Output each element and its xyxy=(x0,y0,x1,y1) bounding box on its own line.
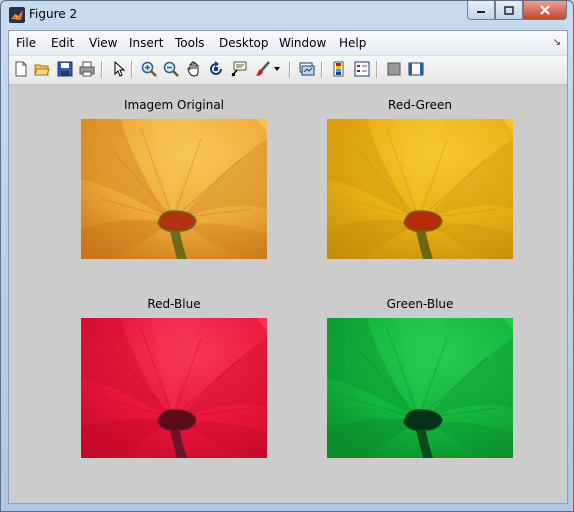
figure-client-area: File Edit View Insert Tools Desktop Wind… xyxy=(8,30,568,504)
menu-desktop[interactable]: Desktop xyxy=(219,36,269,50)
open-file-icon xyxy=(34,64,50,76)
matlab-icon xyxy=(9,7,25,23)
zoom-in-icon xyxy=(141,61,157,77)
edit-plot-icon xyxy=(114,61,126,77)
toolbar-separator xyxy=(101,61,103,78)
menu-bar: File Edit View Insert Tools Desktop Wind… xyxy=(9,31,567,56)
toolbar-separator xyxy=(376,61,378,78)
save-button[interactable] xyxy=(56,60,74,78)
link-plot-button[interactable] xyxy=(298,60,316,78)
rotate-3d-button[interactable] xyxy=(207,60,225,78)
zoom-out-button[interactable] xyxy=(162,60,180,78)
zoom-out-icon xyxy=(163,61,179,77)
menu-window[interactable]: Window xyxy=(279,36,326,50)
brush-dropdown[interactable] xyxy=(273,60,281,78)
figure-canvas: Imagem Original Red-Green Red-Blue Green… xyxy=(9,85,567,503)
print-button[interactable] xyxy=(78,60,96,78)
toolbar-separator xyxy=(289,61,291,78)
save-icon xyxy=(57,61,73,77)
brush-icon xyxy=(256,61,270,76)
data-cursor-icon xyxy=(231,61,247,77)
figure-toolbar xyxy=(9,56,567,85)
show-plot-tools-icon xyxy=(408,62,424,76)
image-red-blue xyxy=(81,318,267,458)
title-bar[interactable]: Figure 2 xyxy=(1,1,573,29)
minimize-icon xyxy=(477,11,485,13)
pan-button[interactable] xyxy=(185,60,203,78)
print-icon xyxy=(79,61,95,77)
show-plot-tools-button[interactable] xyxy=(407,60,425,78)
menu-tools[interactable]: Tools xyxy=(175,36,205,50)
subplot-title: Red-Green xyxy=(388,98,452,112)
open-file-button[interactable] xyxy=(33,60,51,78)
colorbar-icon xyxy=(333,61,344,77)
chevron-down-icon xyxy=(274,67,280,71)
edit-plot-button[interactable] xyxy=(110,60,128,78)
insert-legend-button[interactable] xyxy=(353,60,371,78)
maximize-icon xyxy=(504,5,514,15)
toolbar-separator xyxy=(131,61,133,78)
image-green-blue xyxy=(327,318,513,458)
subplot-title: Red-Blue xyxy=(147,297,201,311)
hide-plot-tools-icon xyxy=(387,62,401,76)
zoom-in-button[interactable] xyxy=(140,60,158,78)
figure-window: Figure 2 File Edit View Insert Tools Des… xyxy=(0,0,574,512)
close-button[interactable] xyxy=(523,1,567,20)
maximize-button[interactable] xyxy=(495,1,523,20)
image-red-green xyxy=(327,119,513,259)
legend-icon xyxy=(354,61,370,77)
close-icon xyxy=(540,5,550,15)
subplot-title: Green-Blue xyxy=(386,297,454,311)
link-plot-icon xyxy=(299,62,315,76)
window-title: Figure 2 xyxy=(29,7,78,21)
hide-plot-tools-button[interactable] xyxy=(385,60,403,78)
dock-arrow-icon[interactable]: ↘ xyxy=(553,37,561,48)
rotate-3d-icon xyxy=(210,61,222,75)
menu-edit[interactable]: Edit xyxy=(51,36,74,50)
toolbar-separator xyxy=(321,61,323,78)
menu-insert[interactable]: Insert xyxy=(129,36,163,50)
menu-help[interactable]: Help xyxy=(339,36,366,50)
minimize-button[interactable] xyxy=(467,1,495,20)
insert-colorbar-button[interactable] xyxy=(330,60,348,78)
brush-button[interactable] xyxy=(254,60,272,78)
data-cursor-button[interactable] xyxy=(230,60,248,78)
new-figure-button[interactable] xyxy=(12,60,30,78)
new-figure-icon xyxy=(15,61,27,77)
image-original xyxy=(81,119,267,259)
subplot-title: Imagem Original xyxy=(123,98,225,112)
pan-icon xyxy=(187,61,199,77)
menu-file[interactable]: File xyxy=(16,36,36,50)
menu-view[interactable]: View xyxy=(89,36,117,50)
